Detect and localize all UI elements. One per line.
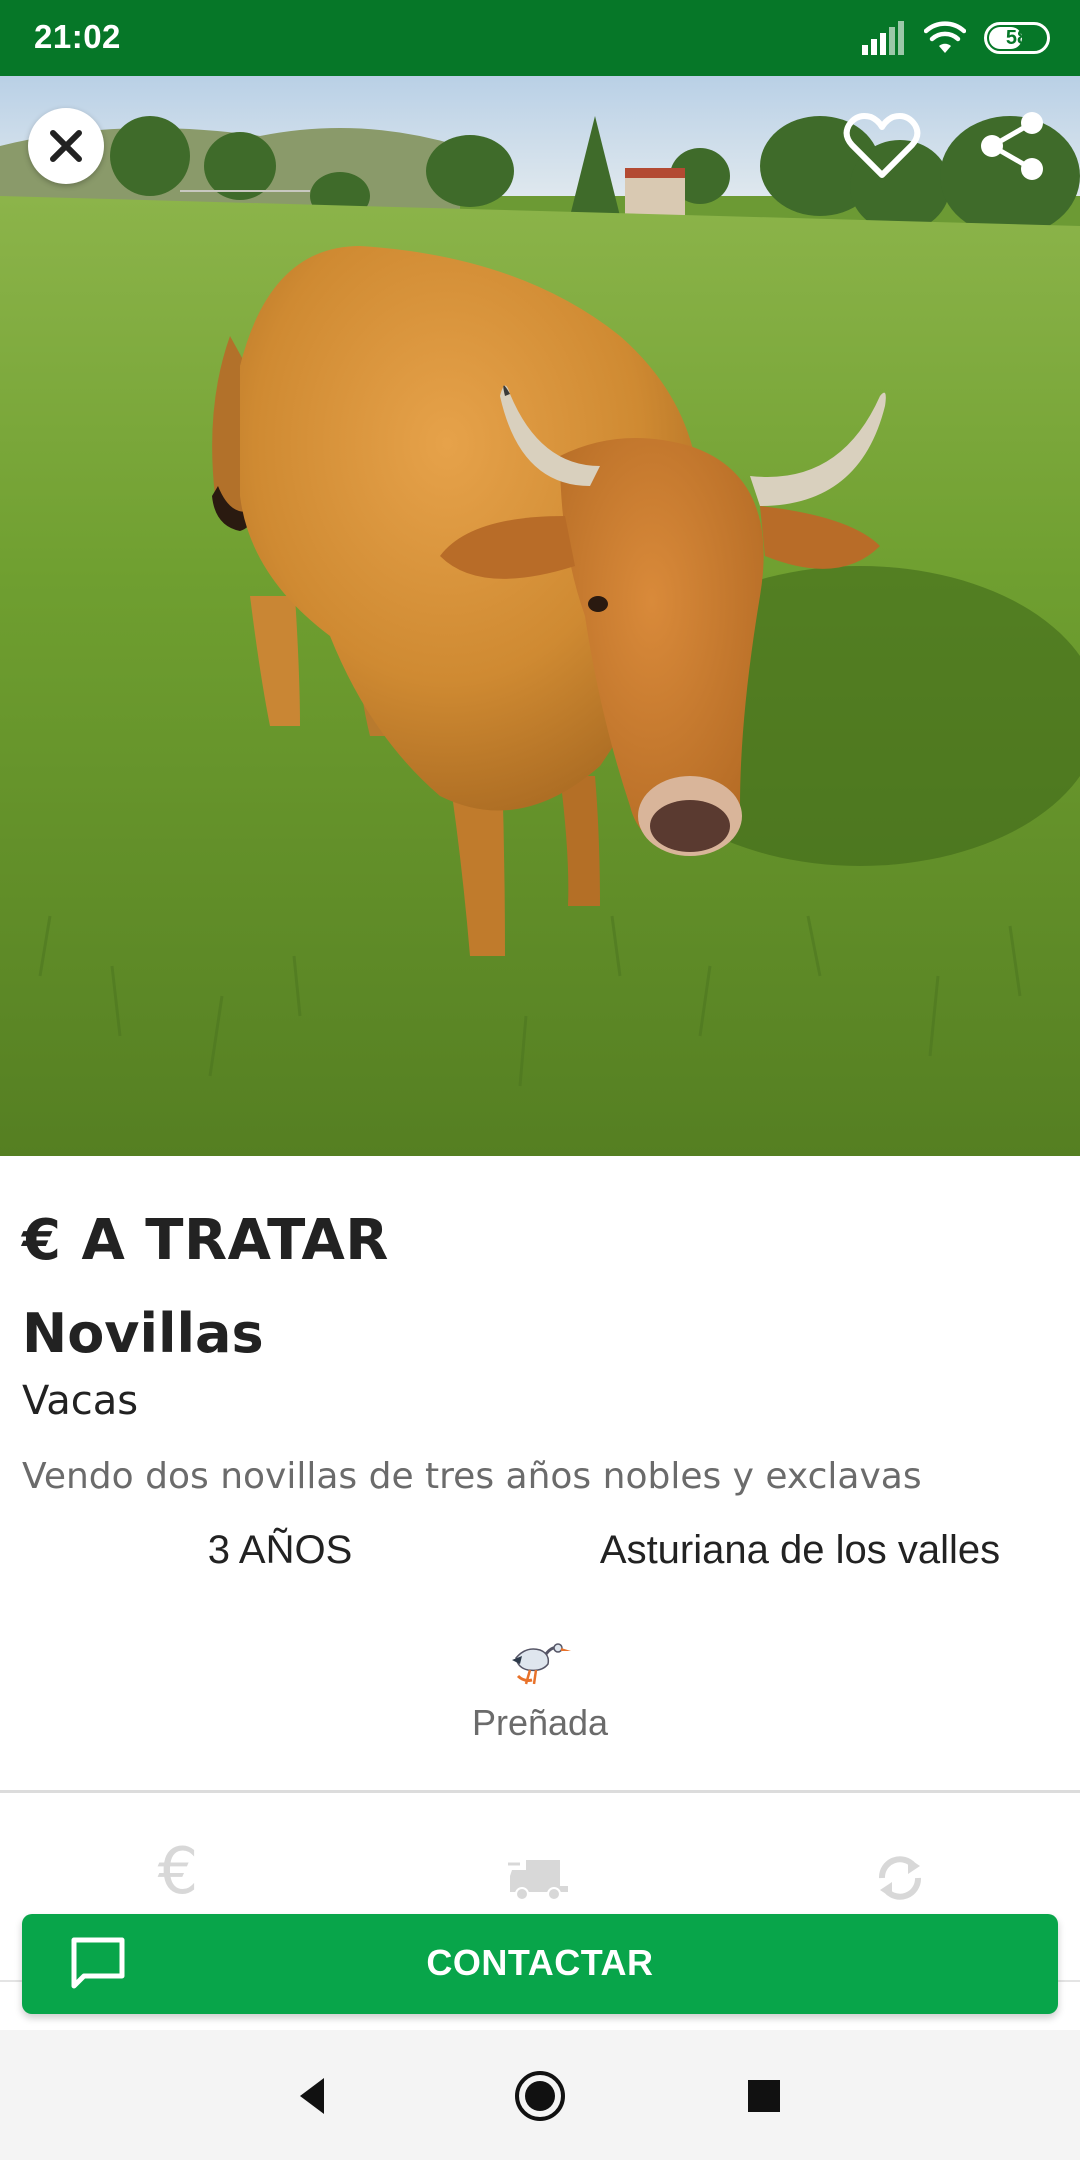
favorite-button[interactable] <box>840 106 924 186</box>
status-icons: 58 <box>862 18 1050 58</box>
recents-icon <box>748 2080 780 2112</box>
listing-title: Novillas <box>22 1302 264 1365</box>
euro-icon: € <box>157 1835 199 1909</box>
listing-category: Vacas <box>22 1378 139 1424</box>
wifi-icon <box>924 21 966 53</box>
breed-attribute: Asturiana de los valles <box>599 1528 1001 1572</box>
contact-button[interactable]: CONTACTAR <box>22 1914 1058 2014</box>
signal-icon <box>862 21 904 55</box>
listing-description: Vendo dos novillas de tres años nobles y… <box>22 1456 922 1497</box>
share-icon <box>981 112 1043 180</box>
status-bar: 21:02 58 <box>0 0 1080 76</box>
close-icon <box>50 130 82 162</box>
status-time: 21:02 <box>34 18 121 55</box>
recents-button[interactable] <box>734 2066 794 2126</box>
stork-icon <box>512 1643 571 1685</box>
close-button[interactable] <box>28 108 104 184</box>
divider <box>0 1790 1080 1793</box>
back-icon <box>300 2078 324 2114</box>
navigation-bar <box>0 2030 1080 2160</box>
listing-photo[interactable] <box>0 76 1080 1156</box>
age-attribute: 3 AÑOS <box>207 1528 353 1572</box>
contact-label: CONTACTAR <box>426 1942 654 1983</box>
price-label: € A TRATAR <box>22 1208 389 1273</box>
home-icon <box>515 2071 565 2121</box>
battery-icon: 58 <box>984 22 1050 54</box>
truck-icon <box>508 1860 568 1901</box>
share-button[interactable] <box>972 106 1052 186</box>
pregnant-label: Preñada <box>471 1702 609 1743</box>
sync-icon <box>879 1856 921 1900</box>
home-button[interactable] <box>510 2066 570 2126</box>
back-button[interactable] <box>282 2066 342 2126</box>
battery-level: 58 <box>1005 26 1029 49</box>
heart-icon <box>843 113 921 178</box>
cow-photo <box>0 76 1080 1156</box>
